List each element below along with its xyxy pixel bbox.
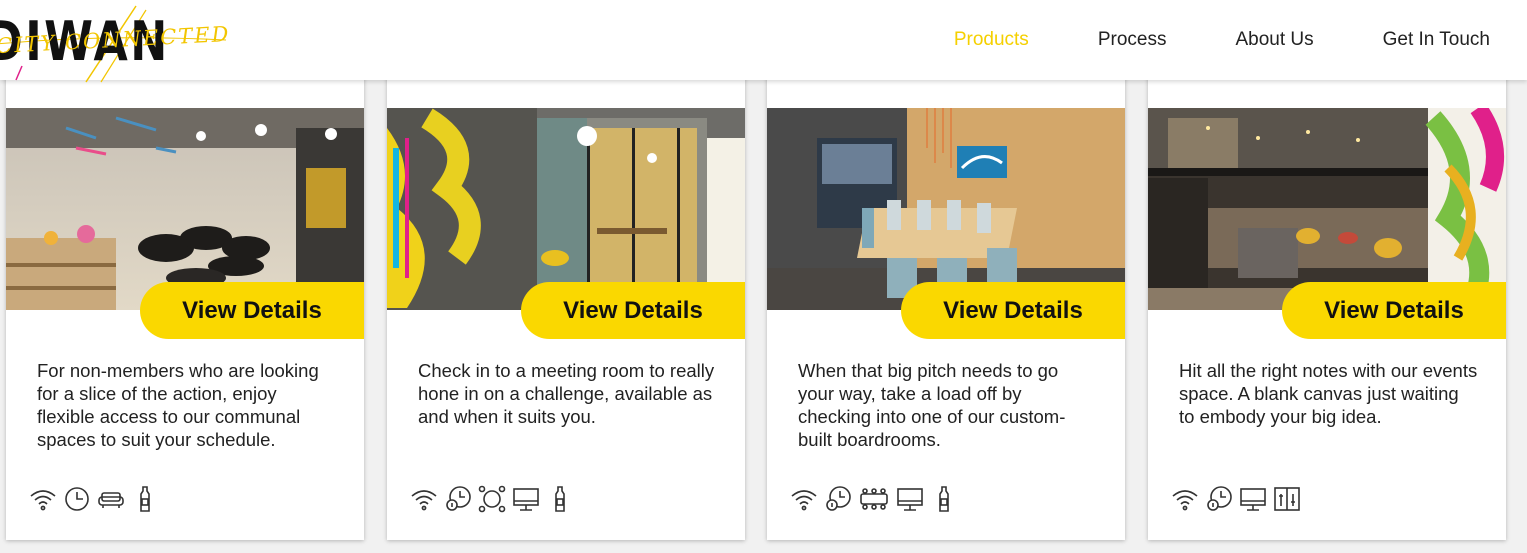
- product-card-meeting-room: View Details Check in to a meeting room …: [387, 62, 745, 540]
- amenity-icons: [409, 484, 575, 514]
- site-header: DIWAN CITY CONNECTED Products Process Ab…: [0, 0, 1527, 83]
- card-description: For non-members who are looking for a sl…: [37, 360, 319, 450]
- card-description: Check in to a meeting room to really hon…: [418, 360, 715, 427]
- amenity-icons: [28, 484, 160, 514]
- hourly-clock-icon: [823, 484, 853, 514]
- monitor-icon: [511, 484, 541, 514]
- stage-icon: [1272, 484, 1302, 514]
- product-card-boardroom: View Details When that big pitch needs t…: [767, 62, 1125, 540]
- monitor-icon: [895, 484, 925, 514]
- water-bottle-icon: [130, 484, 160, 514]
- card-description: Hit all the right notes with our events …: [1179, 360, 1478, 427]
- hourly-clock-icon: [1204, 484, 1234, 514]
- nav-about-us[interactable]: About Us: [1235, 29, 1313, 51]
- nav-products[interactable]: Products: [954, 29, 1029, 51]
- clock-icon: [62, 484, 92, 514]
- view-details-button[interactable]: View Details: [901, 282, 1125, 339]
- card-description: When that big pitch needs to go your way…: [798, 360, 1066, 450]
- wifi-icon: [409, 484, 439, 514]
- nav-get-in-touch[interactable]: Get In Touch: [1383, 29, 1490, 51]
- card-photo-meeting-room: [387, 108, 745, 310]
- card-photo-events-space: [1148, 108, 1506, 310]
- view-details-button[interactable]: View Details: [140, 282, 364, 339]
- product-card-events-space: View Details Hit all the right notes wit…: [1148, 62, 1506, 540]
- card-photo-lounge: [6, 108, 364, 310]
- main-nav: Products Process About Us Get In Touch: [954, 0, 1527, 80]
- wifi-icon: [28, 484, 58, 514]
- hourly-clock-icon: [443, 484, 473, 514]
- wifi-icon: [789, 484, 819, 514]
- view-details-button[interactable]: View Details: [521, 282, 745, 339]
- view-details-button[interactable]: View Details: [1282, 282, 1506, 339]
- nav-process[interactable]: Process: [1098, 29, 1167, 51]
- logo[interactable]: DIWAN CITY CONNECTED: [0, 4, 246, 84]
- meeting-table-icon: [477, 484, 507, 514]
- amenity-icons: [789, 484, 959, 514]
- product-card-hot-desk: View Details For non-members who are loo…: [6, 62, 364, 540]
- amenity-icons: [1170, 484, 1302, 514]
- water-bottle-icon: [545, 484, 575, 514]
- monitor-icon: [1238, 484, 1268, 514]
- card-photo-boardroom: [767, 108, 1125, 310]
- boardroom-table-icon: [857, 484, 891, 514]
- water-bottle-icon: [929, 484, 959, 514]
- sofa-icon: [96, 484, 126, 514]
- wifi-icon: [1170, 484, 1200, 514]
